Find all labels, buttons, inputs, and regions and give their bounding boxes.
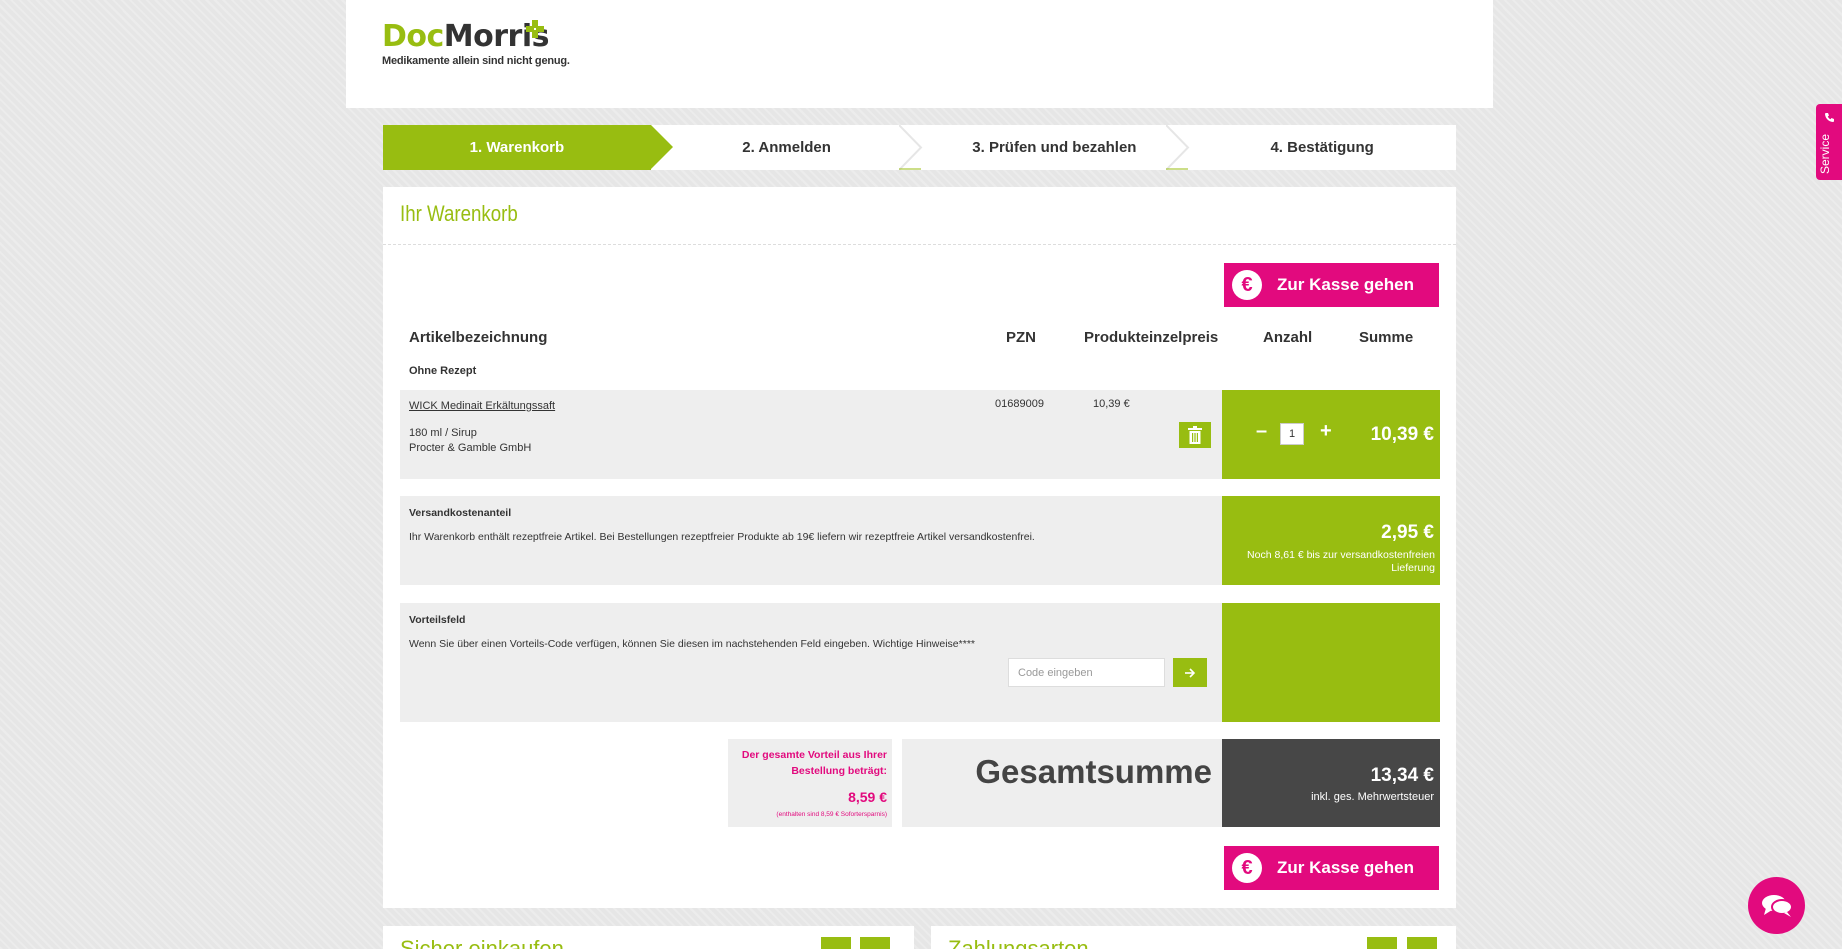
step-separator <box>1166 125 1190 170</box>
chevron-left-icon: ‹ <box>833 942 839 949</box>
step-anmelden: 2. Anmelden <box>653 125 922 170</box>
step-warenkorb: 1. Warenkorb <box>383 125 673 170</box>
voucher-value-cell <box>1222 603 1440 722</box>
service-label: Service <box>1818 133 1832 174</box>
step-separator <box>898 125 922 170</box>
card-title: Sicher einkaufen <box>400 936 564 949</box>
product-name-link[interactable]: WICK Medinait Erkältungssaft <box>409 400 555 412</box>
col-pzn: PZN <box>1006 329 1036 346</box>
step-label: 1. Warenkorb <box>469 139 565 156</box>
prev-button[interactable]: ‹ <box>1367 937 1397 949</box>
product-row: WICK Medinait Erkältungssaft 180 ml / Si… <box>400 390 1222 479</box>
col-article: Artikelbezeichnung <box>409 329 548 346</box>
next-button[interactable]: › <box>1407 937 1437 949</box>
product-manufacturer: Procter & Gamble GmbH <box>409 442 532 454</box>
voucher-submit-button[interactable] <box>1173 658 1207 687</box>
savings-box: Der gesamte Vorteil aus Ihrer Bestellung… <box>728 739 892 827</box>
logo-doc: Doc <box>382 19 444 54</box>
product-pzn: 01689009 <box>995 398 1044 410</box>
secure-shopping-card: Sicher einkaufen ‹ › <box>383 926 914 949</box>
phone-icon <box>1825 113 1834 122</box>
arrow-right-icon <box>1185 667 1196 678</box>
col-quantity: Anzahl <box>1263 329 1313 346</box>
product-quantity-cell: – + 10,39 € <box>1222 390 1440 479</box>
site-header: DocMorris Medikamente allein sind nicht … <box>346 0 1493 108</box>
chevron-left-icon: ‹ <box>1379 942 1385 949</box>
quantity-increase-button[interactable]: + <box>1320 420 1332 443</box>
step-bestaetigung: 4. Bestätigung <box>1188 125 1456 170</box>
step-label: 3. Prüfen und bezahlen <box>972 139 1137 156</box>
voucher-title: Vorteilsfeld <box>409 614 466 626</box>
checkout-label: Zur Kasse gehen <box>1277 858 1414 877</box>
quantity-input[interactable] <box>1280 423 1304 445</box>
checkout-steps: 1. Warenkorb 2. Anmelden 3. Prüfen und b… <box>383 125 1456 170</box>
cart-title: Ihr Warenkorb <box>400 201 518 226</box>
savings-note: (enthalten sind 8,59 € Sofortersparnis) <box>776 811 887 818</box>
shipping-note: Noch 8,61 € bis zur versandkostenfreien … <box>1247 549 1435 574</box>
col-unit-price: Produkteinzelpreis <box>1084 329 1219 346</box>
card-title: Zahlungsarten <box>948 936 1089 949</box>
total-tax-note: inkl. ges. Mehrwertsteuer <box>1311 791 1434 803</box>
shipping-text: Ihr Warenkorb enthält rezeptfreie Artike… <box>409 531 1035 543</box>
next-button[interactable]: › <box>860 937 890 949</box>
trash-icon <box>1188 426 1202 444</box>
voucher-code-input[interactable] <box>1008 658 1165 687</box>
cross-icon <box>526 20 544 38</box>
total-label-box: Gesamtsumme <box>902 739 1222 827</box>
savings-label: Der gesamte Vorteil aus Ihrer Bestellung… <box>741 749 887 777</box>
product-unit-price: 10,39 € <box>1093 398 1130 410</box>
voucher-text: Wenn Sie über einen Vorteils-Code verfüg… <box>409 638 975 650</box>
voucher-row: Vorteilsfeld Wenn Sie über einen Vorteil… <box>400 603 1222 722</box>
shipping-price-cell: 2,95 € Noch 8,61 € bis zur versandkosten… <box>1222 496 1440 585</box>
col-sum: Summe <box>1359 329 1414 346</box>
step-label: 4. Bestätigung <box>1270 139 1374 156</box>
shipping-title: Versandkostenanteil <box>409 507 512 519</box>
step-pruefen: 3. Prüfen und bezahlen <box>921 125 1190 170</box>
logo-tagline: Medikamente allein sind nicht genug. <box>382 55 570 67</box>
step-label: 2. Anmelden <box>742 139 831 156</box>
product-sum: 10,39 € <box>1370 424 1434 445</box>
product-size: 180 ml / Sirup <box>409 427 477 439</box>
divider <box>383 244 1456 245</box>
checkout-button-top[interactable]: € Zur Kasse gehen <box>1224 263 1439 307</box>
payment-methods-card: Zahlungsarten ‹ › <box>931 926 1456 949</box>
checkout-label: Zur Kasse gehen <box>1277 275 1414 294</box>
prev-button[interactable]: ‹ <box>821 937 851 949</box>
section-label: Ohne Rezept <box>409 365 477 377</box>
docmorris-logo[interactable]: DocMorris Medikamente allein sind nicht … <box>382 19 570 67</box>
euro-icon: € <box>1232 853 1262 883</box>
chat-button[interactable] <box>1748 877 1805 934</box>
total-amount-cell: 13,34 € inkl. ges. Mehrwertsteuer <box>1222 739 1440 827</box>
delete-button[interactable] <box>1179 422 1211 448</box>
chevron-right-icon: › <box>872 942 878 949</box>
savings-amount: 8,59 € <box>848 789 887 805</box>
shipping-price: 2,95 € <box>1381 522 1434 543</box>
chat-icon <box>1761 894 1793 917</box>
cart-panel: Ihr Warenkorb € Zur Kasse gehen Artikelb… <box>383 187 1456 908</box>
service-tab[interactable]: Service <box>1816 104 1842 180</box>
chevron-right-icon: › <box>1419 942 1425 949</box>
total-label: Gesamtsumme <box>975 753 1212 790</box>
euro-icon: € <box>1232 270 1262 300</box>
total-amount: 13,34 € <box>1370 765 1434 786</box>
shipping-row: Versandkostenanteil Ihr Warenkorb enthäl… <box>400 496 1222 585</box>
quantity-decrease-button[interactable]: – <box>1256 420 1267 443</box>
checkout-button-bottom[interactable]: € Zur Kasse gehen <box>1224 846 1439 890</box>
